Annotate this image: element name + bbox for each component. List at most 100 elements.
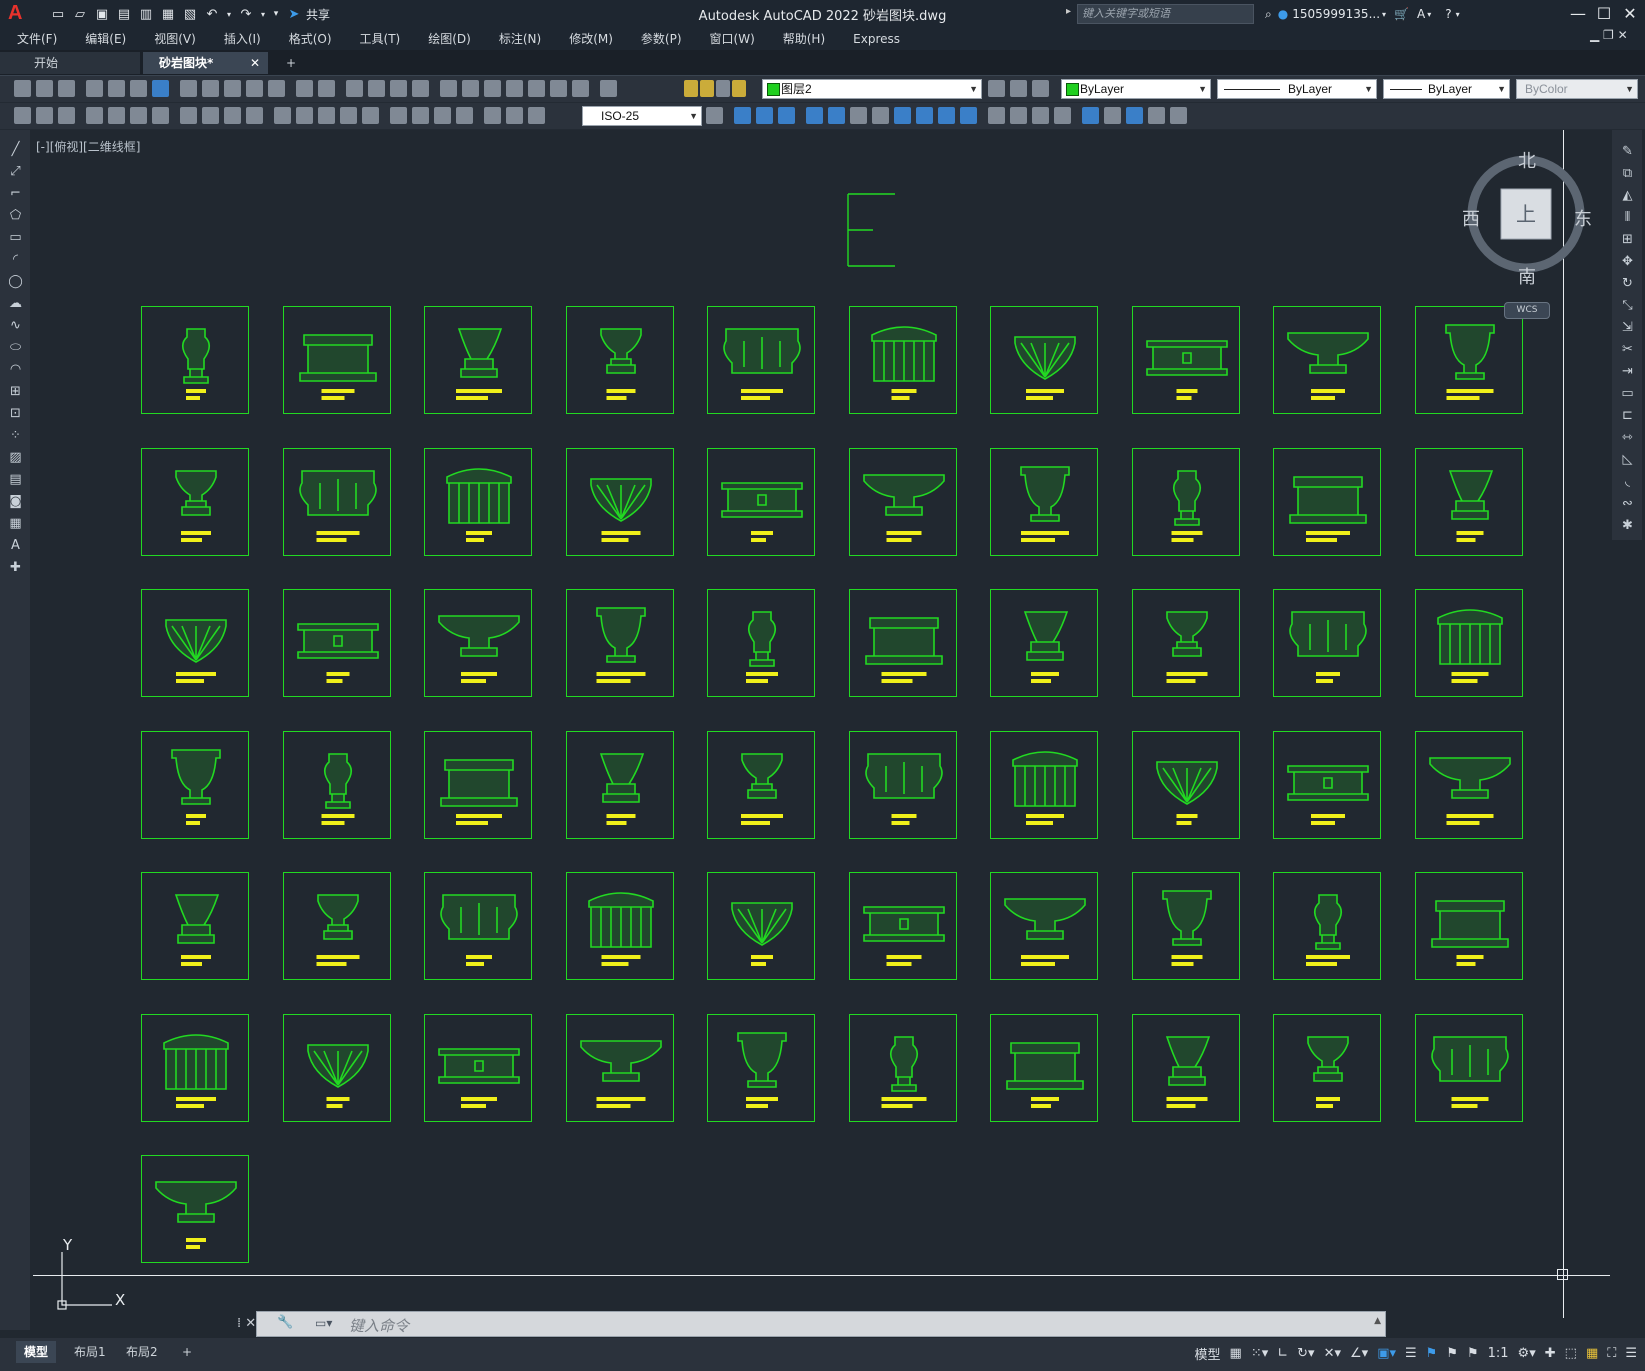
- customization-icon[interactable]: ☰: [1625, 1346, 1637, 1361]
- menu-parametric[interactable]: 参数(P): [624, 28, 693, 50]
- block-tile[interactable]: [707, 731, 815, 839]
- radius-dim-icon[interactable]: [180, 107, 197, 124]
- undo-icon[interactable]: ↶: [202, 5, 222, 23]
- compass-west[interactable]: 西: [1462, 205, 1480, 231]
- block-tile[interactable]: [1132, 306, 1240, 414]
- block-tile[interactable]: [566, 731, 674, 839]
- make-current-icon[interactable]: [988, 80, 1005, 97]
- rotate-icon[interactable]: ↻: [1620, 276, 1635, 291]
- tab-start[interactable]: 开始: [0, 52, 140, 74]
- osnap-icon[interactable]: ▣▾: [1377, 1346, 1396, 1361]
- annotation-scale-value[interactable]: 1:1: [1488, 1346, 1509, 1361]
- auto-scale-icon[interactable]: ⚑: [1446, 1346, 1458, 1361]
- block-tile[interactable]: [990, 1014, 1098, 1122]
- isolate-icon[interactable]: ⬚: [1565, 1346, 1577, 1361]
- block-tile[interactable]: [849, 872, 957, 980]
- dim-style-icon[interactable]: [706, 107, 723, 124]
- customize-icon[interactable]: 🔧: [277, 1315, 293, 1330]
- solid-subtract-icon[interactable]: [756, 107, 773, 124]
- clean-icon[interactable]: [1010, 107, 1027, 124]
- block-tile[interactable]: [141, 306, 249, 414]
- block-tile[interactable]: [849, 306, 957, 414]
- block-tile[interactable]: [1132, 731, 1240, 839]
- share-icon[interactable]: ➤: [284, 5, 304, 23]
- block-tile[interactable]: [707, 306, 815, 414]
- block-tile[interactable]: [849, 1014, 957, 1122]
- block-tile[interactable]: [566, 306, 674, 414]
- compass-east[interactable]: 东: [1574, 205, 1592, 231]
- block-tile[interactable]: [1415, 448, 1523, 556]
- open-file-icon[interactable]: ▱: [70, 5, 90, 23]
- close-tab-icon[interactable]: ✕: [250, 52, 260, 74]
- block-tile[interactable]: [424, 1014, 532, 1122]
- insert-block-icon[interactable]: ⊞: [8, 384, 23, 399]
- block-tile[interactable]: [566, 872, 674, 980]
- hatch-icon[interactable]: ▨: [8, 450, 23, 465]
- command-history-icon[interactable]: ▲: [1374, 1316, 1381, 1326]
- block-tile[interactable]: [283, 872, 391, 980]
- trim-icon[interactable]: ✂: [1620, 342, 1635, 357]
- ordinate-dim-icon[interactable]: [152, 107, 169, 124]
- separate-icon[interactable]: [1032, 107, 1049, 124]
- block-tile[interactable]: [1273, 448, 1381, 556]
- 3d-print-icon[interactable]: [152, 80, 169, 97]
- plotstyle-dropdown[interactable]: ByColor ▼: [1516, 79, 1638, 99]
- command-line[interactable]: ⁞ ✕ 🔧 ▭▾ 键入命令 ▲: [237, 1311, 1386, 1337]
- circle-icon[interactable]: ◯: [8, 274, 23, 289]
- gradient-icon[interactable]: ▤: [8, 472, 23, 487]
- layer-dropdown[interactable]: 图层2 ▼: [762, 79, 982, 99]
- customize-qa-icon[interactable]: ▾: [270, 5, 282, 23]
- color-faces-icon[interactable]: [960, 107, 977, 124]
- block-tile[interactable]: [1415, 306, 1523, 414]
- menu-insert[interactable]: 插入(I): [207, 28, 272, 50]
- solid-intersect-icon[interactable]: [778, 107, 795, 124]
- jogged-dim-icon[interactable]: [202, 107, 219, 124]
- move-faces-icon[interactable]: [828, 107, 845, 124]
- block-tile[interactable]: [424, 448, 532, 556]
- layer-freeze-icon[interactable]: [700, 80, 714, 97]
- scale-icon[interactable]: ⤡: [1620, 298, 1635, 313]
- point-icon[interactable]: ⁘: [8, 428, 23, 443]
- dim-space-icon[interactable]: [340, 107, 357, 124]
- sheet-set-icon[interactable]: [506, 80, 523, 97]
- block-tile[interactable]: [1132, 1014, 1240, 1122]
- polar-icon[interactable]: ↻▾: [1297, 1346, 1314, 1361]
- block-tile[interactable]: [141, 731, 249, 839]
- copy-faces-icon[interactable]: [938, 107, 955, 124]
- compass-south[interactable]: 南: [1518, 263, 1536, 289]
- block-tile[interactable]: [424, 306, 532, 414]
- markup-icon[interactable]: [528, 80, 545, 97]
- blend-curves-icon[interactable]: ∾: [1620, 496, 1635, 511]
- tab-document[interactable]: 砂岩图块* ✕: [143, 52, 268, 74]
- ortho-icon[interactable]: ∟: [1277, 1346, 1288, 1361]
- block-tile[interactable]: [1132, 589, 1240, 697]
- undo-dropdown-icon[interactable]: ▾: [224, 5, 234, 23]
- block-tile[interactable]: [283, 1014, 391, 1122]
- properties-icon[interactable]: [440, 80, 457, 97]
- block-tile[interactable]: [990, 589, 1098, 697]
- wcs-menu[interactable]: WCS: [1504, 302, 1550, 319]
- block-tile[interactable]: [990, 306, 1098, 414]
- spline-icon[interactable]: ∿: [8, 318, 23, 333]
- plot-icon[interactable]: [86, 80, 103, 97]
- isodraft-icon[interactable]: ✕▾: [1324, 1346, 1341, 1361]
- polygon-icon[interactable]: ⬠: [8, 208, 23, 223]
- delete-faces-icon[interactable]: [872, 107, 889, 124]
- block-tile[interactable]: [141, 872, 249, 980]
- plus-icon[interactable]: ✚: [1545, 1346, 1556, 1361]
- mirror-icon[interactable]: ◭: [1620, 188, 1635, 203]
- block-tile[interactable]: [1273, 1014, 1381, 1122]
- quick-dim-icon[interactable]: [274, 107, 291, 124]
- linear-dim-icon[interactable]: [86, 107, 103, 124]
- design-center-icon[interactable]: [462, 80, 479, 97]
- help-icon[interactable]: [572, 80, 589, 97]
- search-icon[interactable]: ⌕: [1265, 7, 1272, 22]
- new-file-icon[interactable]: ▭: [48, 5, 68, 23]
- taper-faces-icon[interactable]: [916, 107, 933, 124]
- search-expand-icon[interactable]: ▸: [1066, 6, 1071, 17]
- menu-dimension[interactable]: 标注(N): [482, 28, 552, 50]
- block-tile[interactable]: [990, 731, 1098, 839]
- user-name[interactable]: 1505999135...: [1292, 7, 1380, 21]
- block-tile[interactable]: [1415, 872, 1523, 980]
- tolerance-icon[interactable]: [390, 107, 407, 124]
